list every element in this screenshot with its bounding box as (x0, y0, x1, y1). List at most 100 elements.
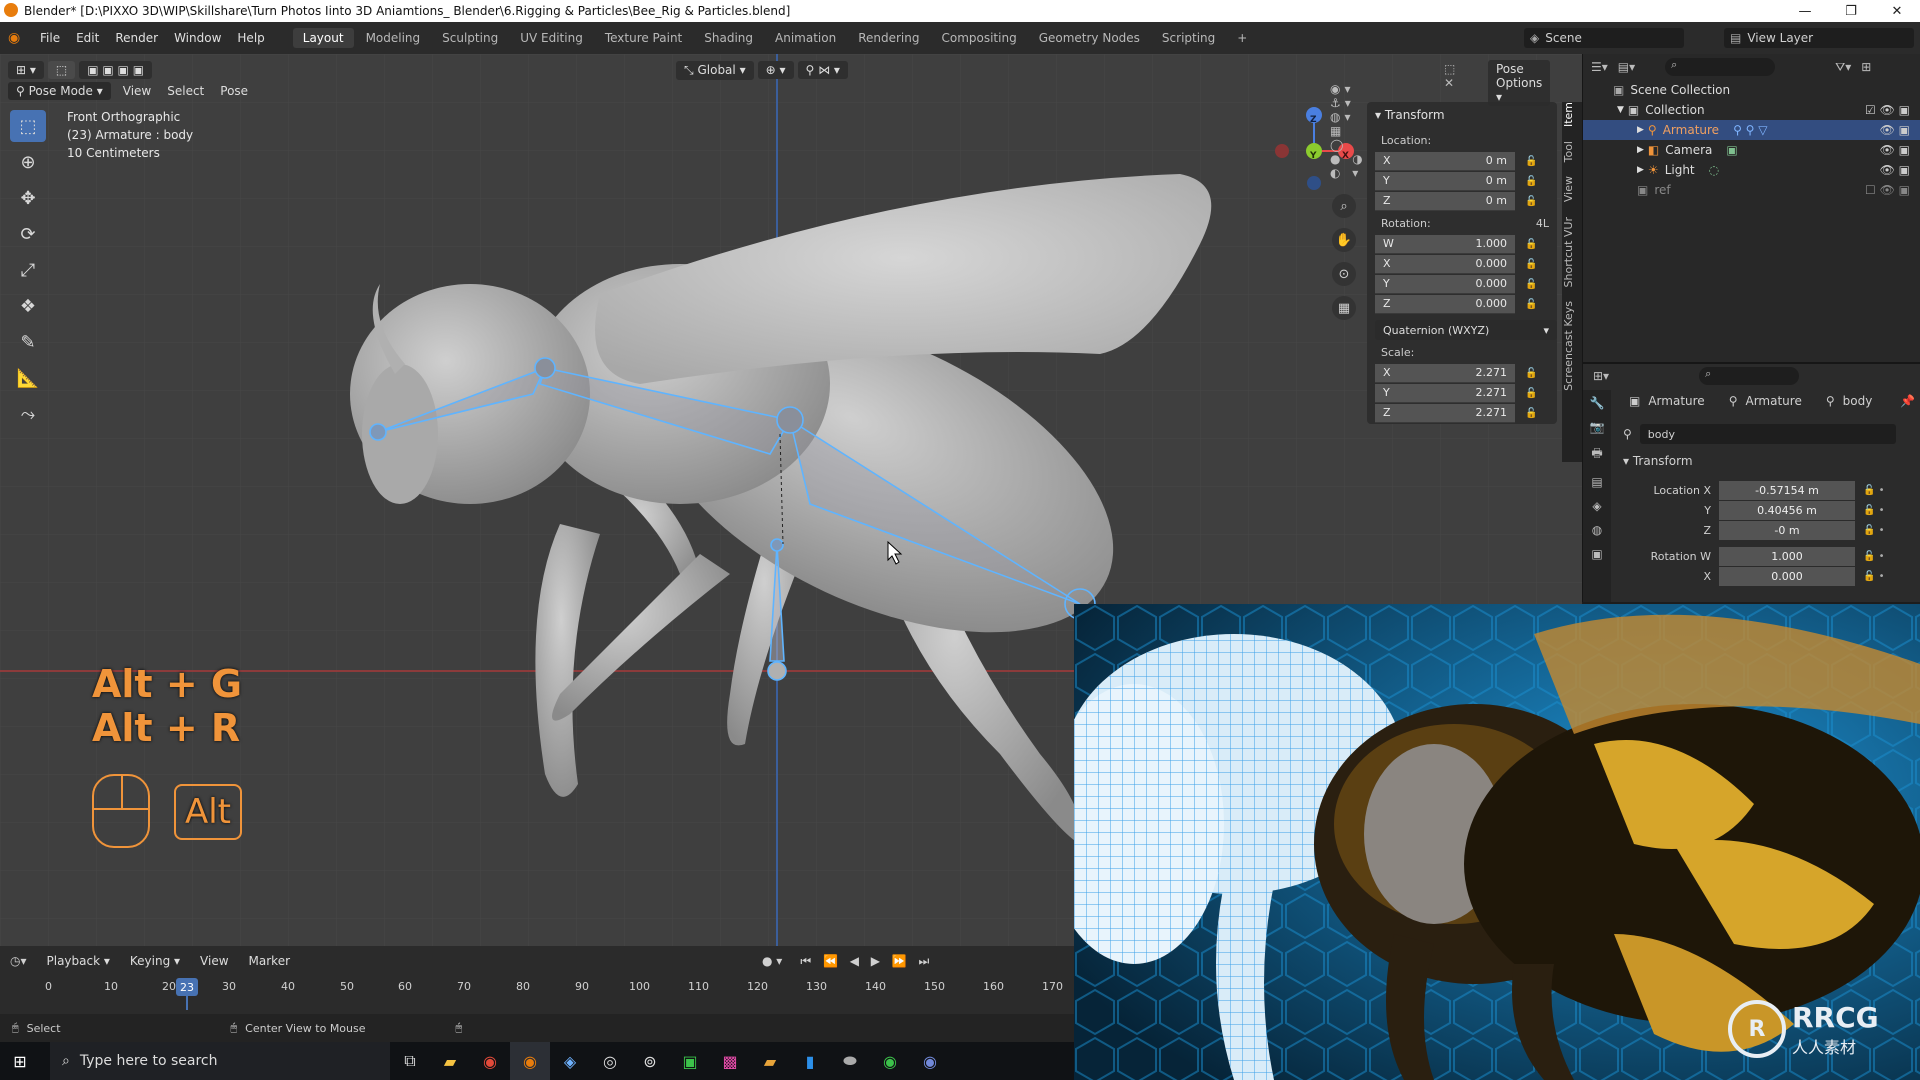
menu-select[interactable]: Select (159, 84, 212, 98)
rotation-w-field[interactable]: W 1.000 (1375, 234, 1515, 254)
properties-search-icon[interactable]: ⌕ (1699, 367, 1800, 385)
bone-location-y-field[interactable]: 0.40456 m (1719, 500, 1855, 520)
camtasia-icon[interactable]: ▣ (670, 1042, 710, 1080)
scene-tab-icon[interactable]: ◈ (1592, 499, 1601, 513)
playback-menu[interactable]: Playback ▾ (39, 954, 118, 968)
lock-icon[interactable]: 🔓 (1525, 279, 1539, 290)
display-mode-icon[interactable]: ▤▾ (1618, 60, 1635, 74)
tab-texture-paint[interactable]: Texture Paint (595, 28, 692, 48)
tab-screencast-keys[interactable]: Screencast Keys (1562, 301, 1575, 391)
scale-y-field[interactable]: Y 2.271 (1375, 383, 1515, 403)
playback-controls[interactable]: ⏮ ⏪ ◀ ▶ ⏩ ⏭ (800, 954, 933, 969)
whatsapp-icon[interactable]: ◉ (870, 1042, 910, 1080)
menu-view[interactable]: View (115, 84, 159, 98)
selection-mode-buttons[interactable]: ▣ ▣ ▣ ▣ (79, 61, 153, 79)
mode-dropdown[interactable]: ⚲ Pose Mode ▾ (8, 82, 111, 100)
outliner-row-collection[interactable]: ▼ ▣ Collection ☑ 👁 ▣ (1583, 100, 1920, 120)
blender-taskbar-icon[interactable]: ◉ (510, 1042, 550, 1080)
tab-modeling[interactable]: Modeling (356, 28, 431, 48)
camera-view-icon[interactable]: ⊙ (1332, 262, 1356, 286)
outliner-row-ref[interactable]: ▣ ref ☐ 👁 ▣ (1583, 180, 1920, 200)
lock-icon[interactable]: 🔓 • (1863, 551, 1885, 562)
editor-type-button[interactable]: ⊞ ▾ (8, 61, 44, 79)
location-x-field[interactable]: X 0 m (1375, 151, 1515, 171)
menu-edit[interactable]: Edit (68, 31, 107, 45)
tab-geometry-nodes[interactable]: Geometry Nodes (1029, 28, 1150, 48)
outliner-row-armature[interactable]: ▶ ⚲ Armature ⚲ ⚲ ▽ 👁 ▣ (1583, 120, 1920, 140)
armature-visibility-icons[interactable]: 👁 ▣ (1880, 123, 1910, 137)
menu-file[interactable]: File (32, 31, 68, 45)
transform-tool-icon[interactable]: ❖ (10, 290, 46, 322)
scale-x-field[interactable]: X 2.271 (1375, 363, 1515, 383)
task-view-icon[interactable]: ⧉ (390, 1042, 430, 1080)
world-tab-icon[interactable]: ◍ (1592, 523, 1602, 537)
camera-visibility-icons[interactable]: 👁 ▣ (1880, 143, 1910, 157)
snap-dropdown[interactable]: ⚲ ⋈ ▾ (797, 61, 848, 79)
lock-icon[interactable]: 🔓 (1525, 408, 1539, 419)
camera-data-icon[interactable]: ▣ (1726, 143, 1737, 157)
frame-ruler[interactable]: 0 10 20 30 40 50 60 70 80 90 100 110 120… (0, 976, 1074, 1010)
rotation-mode-dropdown[interactable]: Quaternion (WXYZ) ▾ (1375, 320, 1557, 340)
view-layer-selector[interactable]: ▤ View Layer (1724, 28, 1914, 48)
tab-layout[interactable]: Layout (292, 28, 354, 48)
rotation-4l-toggle[interactable]: 4L (1536, 217, 1549, 230)
pin-icon[interactable]: 📌 (1900, 394, 1915, 408)
tab-tool[interactable]: Tool (1562, 141, 1575, 162)
tab-shortcut-vur[interactable]: Shortcut VUr (1562, 217, 1575, 287)
tab-animation[interactable]: Animation (765, 28, 846, 48)
tab-scripting[interactable]: Scripting (1152, 28, 1225, 48)
outliner-search-icon[interactable]: ⌕ (1665, 58, 1776, 76)
viewport-shading-buttons[interactable]: ◉▾ ⚓▾ ◍▾ ▦ ◯ ● ◑ ◐ ▾ (1330, 82, 1368, 180)
menu-window[interactable]: Window (166, 31, 229, 45)
pan-hand-icon[interactable]: ✋ (1332, 228, 1356, 252)
lock-icon[interactable]: 🔓 • (1863, 485, 1885, 496)
scene-selector[interactable]: ◈ Scene (1524, 28, 1684, 48)
ref-visibility-icons[interactable]: ☐ 👁 ▣ (1865, 183, 1910, 197)
tool-tab-icon[interactable]: 🔧 (1590, 396, 1605, 410)
new-collection-icon[interactable]: ⊞ (1861, 60, 1871, 74)
collection-tab-icon[interactable]: ▣ (1591, 547, 1602, 561)
discord-icon[interactable]: ◉ (910, 1042, 950, 1080)
lock-icon[interactable]: 🔓 (1525, 196, 1539, 207)
tab-compositing[interactable]: Compositing (931, 28, 1026, 48)
ortho-grid-icon[interactable]: ▦ (1332, 296, 1356, 320)
tab-shading[interactable]: Shading (694, 28, 763, 48)
tab-item[interactable]: Item (1562, 102, 1575, 127)
location-y-field[interactable]: Y 0 m (1375, 171, 1515, 191)
folder-icon[interactable]: ▰ (750, 1042, 790, 1080)
viewport-toggle-icons[interactable]: ⬚ ✕ (1444, 62, 1455, 90)
add-workspace-button[interactable]: + (1227, 28, 1257, 48)
lock-icon[interactable]: 🔓 (1525, 368, 1539, 379)
rotate-tool-icon[interactable]: ⟳ (10, 218, 46, 250)
tab-rendering[interactable]: Rendering (848, 28, 929, 48)
timeline-editor-icon[interactable]: ◷▾ (10, 954, 27, 968)
taskbar-search[interactable]: ⌕ Type here to search (50, 1042, 390, 1080)
chrome-icon[interactable]: ◉ (470, 1042, 510, 1080)
armature-data-icons[interactable]: ⚲ ⚲ ▽ (1733, 123, 1767, 137)
menu-pose[interactable]: Pose (212, 84, 256, 98)
autokey-record-icon[interactable]: ● ▾ (762, 954, 782, 968)
scale-z-field[interactable]: Z 2.271 (1375, 403, 1515, 423)
color-app-icon[interactable]: ▩ (710, 1042, 750, 1080)
outliner-row-light[interactable]: ▶ ☀ Light ◌ 👁 ▣ (1583, 160, 1920, 180)
outliner-row-scene-collection[interactable]: ▣ Scene Collection (1583, 80, 1920, 100)
game-app-icon[interactable]: ⬬ (830, 1042, 870, 1080)
bone-location-z-field[interactable]: -0 m (1719, 520, 1855, 540)
blender-menu-icon[interactable]: ◉ (8, 30, 32, 46)
blue-app-icon[interactable]: ▮ (790, 1042, 830, 1080)
menu-help[interactable]: Help (229, 31, 272, 45)
tab-uv-editing[interactable]: UV Editing (510, 28, 593, 48)
rotation-y-field[interactable]: Y 0.000 (1375, 274, 1515, 294)
transform-orientation-dropdown[interactable]: ⤡ Global ▾ (676, 60, 754, 80)
cursor-tool-icon[interactable]: ⊕ (10, 146, 46, 178)
move-tool-icon[interactable]: ✥ (10, 182, 46, 214)
scale-tool-icon[interactable]: ⤢ (10, 254, 46, 286)
bone-location-x-field[interactable]: -0.57154 m (1719, 480, 1855, 500)
menu-render[interactable]: Render (107, 31, 166, 45)
windows-start-icon[interactable]: ⊞ (0, 1042, 40, 1080)
obs-icon[interactable]: ◎ (590, 1042, 630, 1080)
lock-icon[interactable]: 🔓 (1525, 259, 1539, 270)
lock-icon[interactable]: 🔓 (1525, 388, 1539, 399)
bone-rotation-x-field[interactable]: 0.000 (1719, 566, 1855, 586)
lock-icon[interactable]: 🔓 • (1863, 505, 1885, 516)
